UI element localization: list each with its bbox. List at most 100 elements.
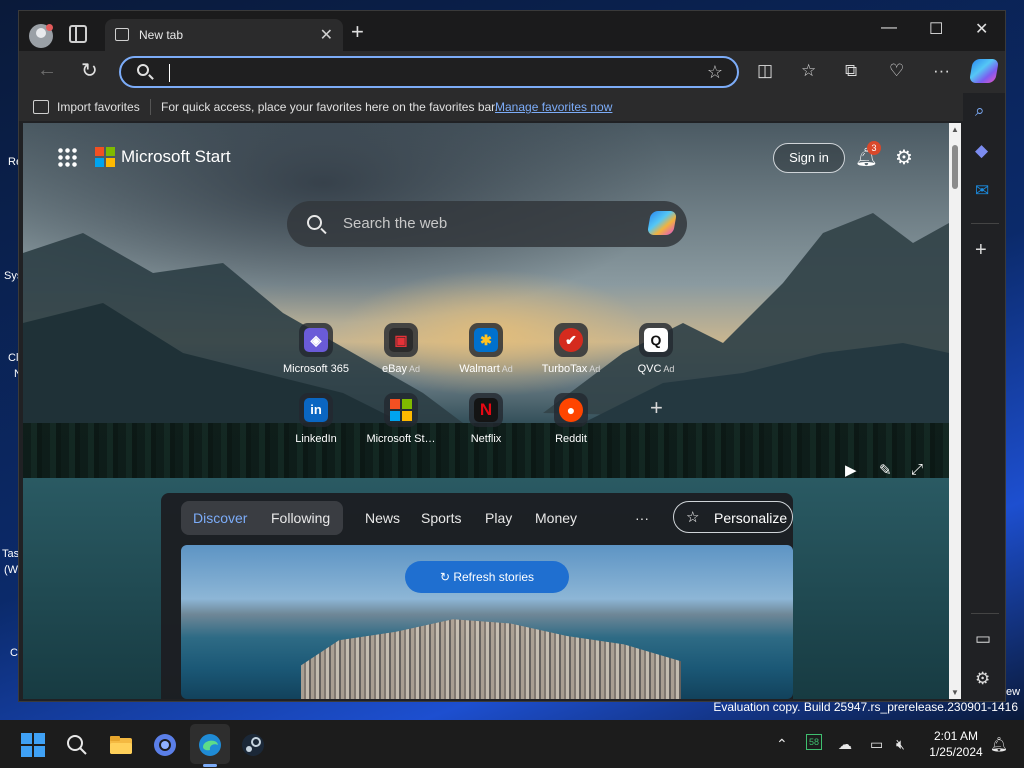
tray-app-badge[interactable]: 58: [806, 734, 822, 750]
new-tab-button[interactable]: +: [351, 21, 364, 43]
quick-link-ebay[interactable]: ▣ eBay Ad: [356, 323, 446, 375]
split-screen-icon[interactable]: ◫: [757, 61, 773, 81]
search-icon[interactable]: ⌕: [975, 101, 985, 121]
favorite-star-icon[interactable]: ☆: [707, 62, 723, 83]
quick-link-label: Microsoft St…: [366, 433, 436, 445]
layout-icon[interactable]: ▭: [975, 629, 991, 649]
copilot-icon[interactable]: ◆: [975, 141, 988, 161]
reddit-icon: ●: [554, 393, 588, 427]
desktop-icon-label[interactable]: C: [10, 647, 18, 659]
refresh-stories-button[interactable]: ↻ Refresh stories: [405, 561, 569, 593]
quick-link-label: TurboTax Ad: [541, 363, 601, 375]
copilot-icon[interactable]: [968, 59, 1000, 83]
app-launcher-icon[interactable]: [57, 147, 77, 167]
sign-in-button[interactable]: Sign in: [773, 143, 845, 173]
import-favorites-button[interactable]: Import favorites: [57, 100, 140, 114]
desktop-icon-label[interactable]: Cl: [8, 352, 18, 364]
web-search-box[interactable]: Search the web: [287, 201, 687, 247]
feed-nav-play[interactable]: Play: [485, 510, 512, 526]
maximize-button[interactable]: ☐: [929, 19, 943, 39]
manage-favorites-link[interactable]: Manage favorites now: [495, 100, 612, 114]
ebay-icon: ▣: [384, 323, 418, 357]
scroll-down-icon[interactable]: ▼: [951, 688, 959, 697]
clock-time: 2:01 AM: [933, 729, 979, 743]
web-search-placeholder[interactable]: Search the web: [343, 215, 447, 232]
feed-panel: Discover Following News Sports Play Mone…: [161, 493, 793, 699]
quick-link-turbotax[interactable]: ✔ TurboTax Ad: [526, 323, 616, 375]
settings-gear-icon[interactable]: ⚙: [895, 145, 913, 170]
tab-new-tab[interactable]: New tab ✕: [105, 19, 343, 51]
show-hidden-icons-chevron[interactable]: ⌃: [776, 736, 788, 753]
browser-essentials-icon[interactable]: ♡: [889, 61, 904, 81]
edit-background-icon[interactable]: ✎: [879, 461, 892, 479]
feed-nav-news[interactable]: News: [365, 510, 400, 526]
feed-nav-sports[interactable]: Sports: [421, 510, 461, 526]
onedrive-icon[interactable]: ☁: [838, 736, 852, 753]
desktop-icon-label[interactable]: (W: [4, 564, 18, 576]
scrollbar-thumb[interactable]: [952, 145, 958, 189]
notification-bell-icon[interactable]: 🔔︎: [990, 736, 1008, 753]
desktop-icon-label[interactable]: Tas: [2, 548, 19, 560]
back-button[interactable]: ←: [37, 59, 57, 82]
quick-link-microsoft-365[interactable]: ◈ Microsoft 365: [271, 323, 361, 375]
close-window-button[interactable]: ✕: [975, 19, 988, 39]
start-icon[interactable]: [20, 732, 46, 758]
quick-link-qvc[interactable]: Q QVC Ad: [611, 323, 701, 375]
quick-link-microsoft-store[interactable]: Microsoft St…: [356, 393, 446, 445]
personalize-button[interactable]: ☆ Personalize: [673, 501, 793, 533]
desktop-icon-label[interactable]: ew: [1006, 686, 1020, 698]
settings-icon[interactable]: ⚙: [975, 669, 990, 689]
browser-window: New tab ✕ + — ☐ ✕ ← ↻ ☆ ◫ ☆ ⧉ ♡ ··· Impo…: [18, 10, 1006, 702]
address-input[interactable]: [171, 62, 691, 84]
search-icon: [307, 215, 322, 230]
minimize-button[interactable]: —: [881, 19, 897, 37]
qvc-icon: Q: [639, 323, 673, 357]
expand-icon[interactable]: ⤢: [911, 461, 923, 478]
volume-icon[interactable]: 🔇︎: [896, 736, 905, 753]
quick-link-walmart[interactable]: ✱ Walmart Ad: [441, 323, 531, 375]
page-scrollbar[interactable]: ▲ ▼: [949, 123, 961, 699]
feed-more-button[interactable]: ···: [635, 510, 649, 526]
title-bar: New tab ✕ + — ☐ ✕: [19, 11, 1005, 51]
quick-link-label: QVC Ad: [637, 363, 675, 375]
turbotax-icon: ✔: [554, 323, 588, 357]
quick-link-label: Netflix: [470, 433, 502, 445]
quick-link-label: Walmart Ad: [459, 363, 513, 375]
network-icon[interactable]: ▭: [870, 736, 883, 753]
divider: [971, 613, 999, 614]
search-icon[interactable]: [64, 732, 90, 758]
feed-nav-money[interactable]: Money: [535, 510, 577, 526]
edge-icon[interactable]: [197, 732, 223, 758]
feed-tabs: Discover Following: [181, 501, 343, 535]
quick-link-reddit[interactable]: ● Reddit: [526, 393, 616, 445]
tab-following[interactable]: Following: [271, 510, 330, 526]
play-video-icon[interactable]: ▶: [845, 461, 857, 479]
chrome-icon[interactable]: [152, 732, 178, 758]
microsoft-365-icon: ◈: [299, 323, 333, 357]
scroll-up-icon[interactable]: ▲: [951, 125, 959, 134]
hero-story-image[interactable]: ↻ Refresh stories: [181, 545, 793, 699]
quick-link-netflix[interactable]: N Netflix: [441, 393, 531, 445]
clock[interactable]: 2:01 AM 1/25/2024: [920, 728, 992, 760]
favorites-bar: Import favorites For quick access, place…: [19, 93, 1005, 121]
text-caret: [169, 64, 170, 82]
microsoft-logo-icon: [95, 147, 115, 167]
quick-link-linkedin[interactable]: in LinkedIn: [271, 393, 361, 445]
collections-icon[interactable]: ⧉: [845, 61, 857, 81]
refresh-button[interactable]: ↻: [81, 58, 98, 83]
more-icon[interactable]: ···: [933, 61, 950, 81]
add-icon[interactable]: +: [975, 239, 987, 262]
close-tab-icon[interactable]: ✕: [320, 25, 333, 45]
tab-actions-icon[interactable]: [69, 25, 87, 43]
address-bar[interactable]: ☆: [119, 56, 739, 88]
steam-icon[interactable]: [240, 732, 266, 758]
personalize-icon: ☆: [686, 509, 700, 526]
favorites-icon[interactable]: ☆: [801, 61, 816, 81]
brand-title[interactable]: Microsoft Start: [121, 147, 231, 167]
tab-discover[interactable]: Discover: [193, 510, 247, 526]
outlook-icon[interactable]: ✉: [975, 181, 989, 201]
add-quick-link-button[interactable]: +: [650, 395, 663, 421]
file-explorer-icon[interactable]: [108, 732, 134, 758]
quick-link-label: Reddit: [555, 433, 587, 445]
copilot-icon[interactable]: [646, 211, 678, 235]
